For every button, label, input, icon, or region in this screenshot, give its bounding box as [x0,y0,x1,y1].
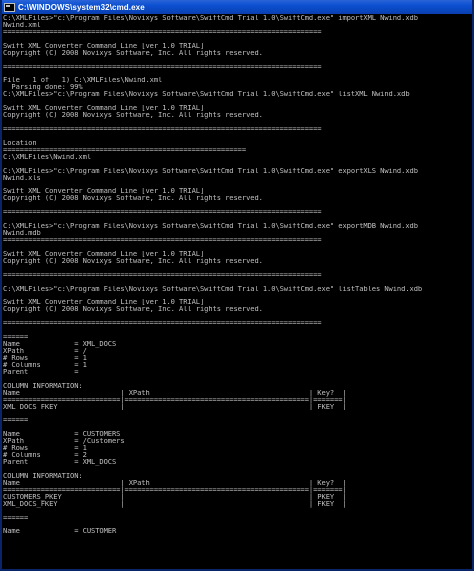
console-line: ====== [3,417,29,425]
console-line: Nwind.mdb [3,230,41,237]
console-line: Parsing done: 99% [3,84,83,92]
console-line: Name = CUSTOMER [3,528,117,536]
window-title: C:\WINDOWS\system32\cmd.exe [18,2,145,12]
console-line: Swift XML Converter Command Line [ver 1.… [3,42,205,50]
console-line: Name | XPath | Key? | [3,389,347,397]
console-line: Swift XML Converter Command Line [ver 1.… [3,299,205,307]
console-line: XML_DOCS_FKEY | | FKEY | [3,403,347,411]
console-line: Name = XML_DOCS [3,341,117,348]
cmd-icon[interactable] [4,2,15,12]
console-line: ========================================… [3,63,322,71]
cmd-window: C:\WINDOWS\system32\cmd.exe C:\XMLFiles>… [0,0,474,571]
console-line: Copyright (C) 2008 Novixys Software, Inc… [3,306,263,314]
console-line: ========================================… [3,320,322,328]
console-line: ====== [3,334,29,342]
console-line: ========================================… [3,209,322,217]
console-line: XML_DOCS_FKEY | | FKEY | [3,500,347,508]
console-line: Swift XML Converter Command Line [ver 1.… [3,250,205,258]
console-line: Nwind.xml [3,21,41,29]
console-line: C:\XMLFiles>"c:\Program Files\Novixys So… [3,285,423,293]
console-line: C:\XMLFiles>"c:\Program Files\Novixys So… [3,223,418,231]
console-line: ========================================… [3,271,322,279]
console-line: ====== [3,514,29,522]
console-line: ========================================… [3,126,322,133]
console-line: Nwind.xls [3,174,41,182]
console-line: C:\XMLFiles\Nwind.xml [3,153,92,161]
console-line: ========================================… [3,146,247,154]
console-line: Swift XML Converter Command Line [ver 1.… [3,188,205,196]
console-line: Location [3,139,37,147]
console-line: XPath = / [3,348,87,355]
console-line: XPath = /Customers [3,438,125,446]
console-line: Name = CUSTOMERS [3,431,121,439]
console-line: # Rows = 1 [3,354,87,362]
console-line: File 1 of 1) C:\XMLFiles\Nwind.xml [3,77,163,85]
console-line: Copyright (C) 2008 Novixys Software, Inc… [3,257,263,265]
console-line: Parent = [3,368,79,376]
console-line: # Columns = 1 [3,361,87,369]
console-line: ========================================… [3,28,322,36]
console-line: ============================|===========… [3,486,347,494]
console-output[interactable]: C:\XMLFiles>"c:\Program Files\Novixys So… [2,14,472,569]
console-line: # Rows = 1 [3,445,87,453]
console-line: C:\XMLFiles>"c:\Program Files\Novixys So… [3,15,418,22]
console-line: Name | XPath | Key? | [3,479,347,487]
console-line: C:\XMLFiles>"c:\Program Files\Novixys So… [3,167,418,175]
console-line: ========================================… [3,237,322,244]
console-line: # Columns = 2 [3,452,87,459]
console-line: Copyright (C) 2008 Novixys Software, Inc… [3,49,263,57]
console-line: C:\XMLFiles>"c:\Program Files\Novixys So… [3,91,410,99]
console-line: CUSTOMERS_PKEY | | PKEY | [3,493,347,501]
console-line: COLUMN INFORMATION: [3,472,83,480]
title-bar[interactable]: C:\WINDOWS\system32\cmd.exe [2,0,472,14]
console-line: Copyright (C) 2008 Novixys Software, Inc… [3,112,263,120]
console-line: Swift XML Converter Command Line [ver 1.… [3,105,205,113]
console-line: ============================|===========… [3,396,347,404]
console-line: Copyright (C) 2008 Novixys Software, Inc… [3,195,263,203]
console-line: COLUMN INFORMATION: [3,382,83,390]
console-line: Parent = XML_DOCS [3,459,117,466]
